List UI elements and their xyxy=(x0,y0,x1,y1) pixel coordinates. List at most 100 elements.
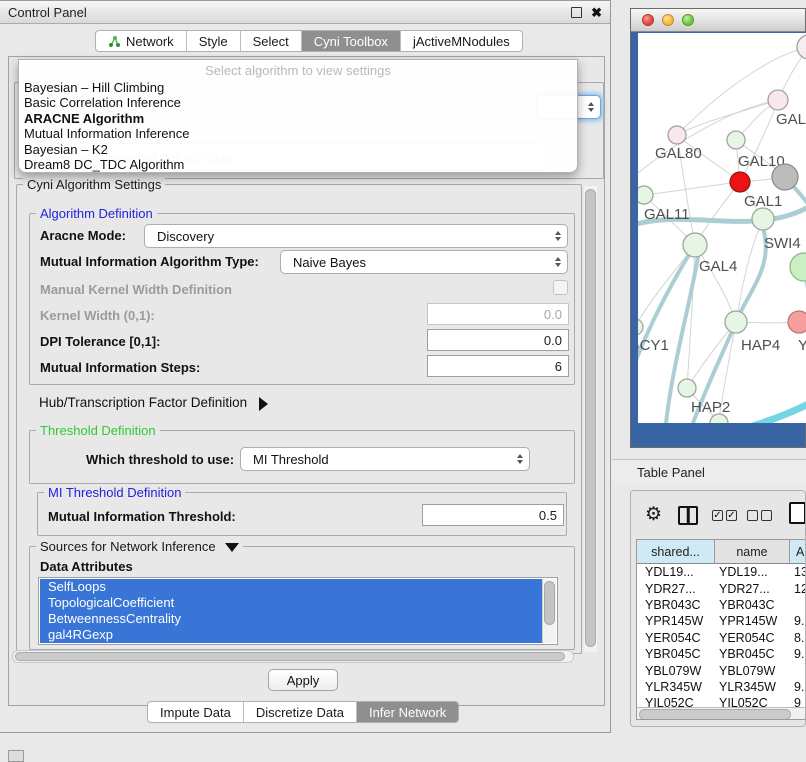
mi-type-combo[interactable]: Naive Bayes xyxy=(280,250,568,274)
table-row[interactable]: YBR045CYBR045C9. xyxy=(637,646,806,662)
top-tab-bar: NetworkStyleSelectCyni ToolboxjActiveMNo… xyxy=(95,30,523,52)
aracne-mode-combo[interactable]: Discovery xyxy=(144,224,568,248)
network-node-label: GAL xyxy=(776,111,806,128)
network-icon xyxy=(108,35,121,48)
network-node[interactable] xyxy=(797,35,806,59)
table-row[interactable]: YER054CYER054C8. xyxy=(637,630,806,646)
zoom-traffic-light-icon[interactable] xyxy=(682,14,694,26)
tab-cyni-toolbox[interactable]: Cyni Toolbox xyxy=(302,31,401,51)
algorithm-option[interactable]: Bayesian – K2 xyxy=(19,142,577,157)
aracne-mode-value: Discovery xyxy=(157,229,555,244)
network-node[interactable] xyxy=(772,164,798,190)
network-edge xyxy=(736,219,763,322)
algorithm-option[interactable]: ARACNE Algorithm xyxy=(19,111,577,126)
which-threshold-combo[interactable]: MI Threshold xyxy=(240,447,530,471)
control-panel-titlebar: Control Panel ✖ xyxy=(0,1,610,24)
network-node-hap4[interactable] xyxy=(725,311,747,333)
apply-button[interactable]: Apply xyxy=(268,669,338,691)
network-edge xyxy=(687,245,695,388)
data-attribute-item[interactable]: BetweennessCentrality xyxy=(40,611,543,627)
close-icon[interactable]: ✖ xyxy=(591,8,602,17)
mi-threshold-field[interactable]: 0.5 xyxy=(422,504,564,526)
network-node-gal11[interactable] xyxy=(638,186,653,204)
algorithm-option[interactable]: Bayesian – Hill Climbing xyxy=(19,80,577,95)
table-column-header[interactable]: name xyxy=(715,540,790,564)
float-window-icon[interactable] xyxy=(571,7,582,18)
mi-threshold-definition-title: MI Threshold Definition xyxy=(44,485,185,500)
algorithm-option[interactable]: Dream8 DC_TDC Algorithm xyxy=(19,157,577,172)
table-row[interactable]: YDR27...YDR27...12 xyxy=(637,580,806,596)
list-vertical-scrollbar[interactable] xyxy=(542,579,556,643)
algorithm-option[interactable]: Mutual Information Inference xyxy=(19,126,577,141)
table-horizontal-scrollbar[interactable] xyxy=(637,707,805,720)
bottom-tab-impute-data[interactable]: Impute Data xyxy=(148,702,244,722)
table-cell: YDL19... xyxy=(637,564,715,580)
network-node-swi4[interactable] xyxy=(752,208,774,230)
table-cell: YBL079W xyxy=(715,662,790,678)
data-attribute-item[interactable]: SelfLoops xyxy=(40,579,543,595)
dpi-tolerance-value: 0.0 xyxy=(544,333,562,348)
network-view-window: GALGAL80GAL10GAL1GAL11SWI4GAL4GCY1HAP4YH… xyxy=(630,8,806,448)
network-node-label: GAL4 xyxy=(699,258,737,275)
apply-button-label: Apply xyxy=(287,673,320,688)
kernel-width-field[interactable]: 0.0 xyxy=(427,303,569,325)
data-attribute-item[interactable]: gal4RGexp xyxy=(40,627,543,643)
table-panel-title: Table Panel xyxy=(637,465,705,480)
table-hscrollbar-thumb[interactable] xyxy=(639,709,791,720)
dpi-tolerance-label: DPI Tolerance [0,1]: xyxy=(40,334,160,349)
bottom-tab-discretize-data[interactable]: Discretize Data xyxy=(244,702,357,722)
settings-horizontal-scrollbar[interactable] xyxy=(12,650,574,663)
settings-vertical-scrollbar[interactable] xyxy=(584,186,597,652)
settings-hscrollbar-thumb[interactable] xyxy=(15,652,565,661)
minimize-traffic-light-icon[interactable] xyxy=(662,14,674,26)
algorithm-option[interactable]: Basic Correlation Inference xyxy=(19,95,577,110)
deselect-all-checkboxes-icon[interactable] xyxy=(747,510,772,521)
hub-definition-expander[interactable]: Hub/Transcription Factor Definition xyxy=(39,395,268,411)
table-column-header[interactable]: A xyxy=(790,540,806,564)
list-scrollbar-thumb[interactable] xyxy=(544,581,555,625)
network-node-gal80[interactable] xyxy=(668,126,686,144)
select-all-checkboxes-icon[interactable]: ✓✓ xyxy=(712,510,737,521)
dpi-tolerance-field[interactable]: 0.0 xyxy=(427,329,569,351)
tab-jactivemnodules[interactable]: jActiveMNodules xyxy=(401,31,522,51)
network-node-gal10[interactable] xyxy=(727,131,745,149)
columns-icon[interactable] xyxy=(678,506,698,525)
table-column-header[interactable]: shared... xyxy=(637,540,715,564)
sources-group: Sources for Network Inference Data Attri… xyxy=(29,546,575,650)
control-panel-window: Control Panel ✖ NetworkStyleSelectCyni T… xyxy=(0,0,611,733)
gear-icon[interactable]: ⚙ xyxy=(645,505,662,524)
tab-network[interactable]: Network xyxy=(96,31,187,51)
network-node-gal[interactable] xyxy=(768,90,788,110)
network-node-label: GCY1 xyxy=(638,337,669,354)
network-node[interactable] xyxy=(790,253,806,281)
network-canvas[interactable]: GALGAL80GAL10GAL1GAL11SWI4GAL4GCY1HAP4YH… xyxy=(638,33,806,423)
panel-dock-icon[interactable] xyxy=(8,750,24,762)
mi-steps-field[interactable]: 6 xyxy=(427,355,569,377)
network-node-gal4[interactable] xyxy=(683,233,707,257)
manual-kernel-checkbox[interactable] xyxy=(553,280,568,295)
table-row[interactable]: YPR145WYPR145W9. xyxy=(637,613,806,629)
network-window-titlebar[interactable] xyxy=(631,9,805,32)
tab-select[interactable]: Select xyxy=(241,31,302,51)
table-row[interactable]: YBR043CYBR043C xyxy=(637,597,806,613)
settings-vscrollbar-thumb[interactable] xyxy=(585,189,596,647)
mi-steps-label: Mutual Information Steps: xyxy=(40,360,200,375)
table-row[interactable]: YBL079WYBL079W xyxy=(637,662,806,678)
table-cell: YPR145W xyxy=(715,613,790,629)
network-node-gal1[interactable] xyxy=(730,172,750,192)
table-row[interactable]: YDL19...YDL19...13 xyxy=(637,564,806,580)
table-cell: YBR043C xyxy=(715,597,790,613)
network-node-hap2[interactable] xyxy=(678,379,696,397)
node-table: shared...nameA YDL19...YDL19...13YDR27..… xyxy=(636,539,806,720)
network-node-y[interactable] xyxy=(788,311,806,333)
document-icon[interactable] xyxy=(789,502,806,524)
data-attribute-item[interactable]: TopologicalCoefficient xyxy=(40,595,543,611)
algorithm-dropdown: Select algorithm to view settings Bayesi… xyxy=(18,59,578,173)
table-row[interactable]: YLR345WYLR345W9. xyxy=(637,679,806,695)
sources-title-row[interactable]: Sources for Network Inference xyxy=(36,539,243,554)
close-traffic-light-icon[interactable] xyxy=(642,14,654,26)
tab-style[interactable]: Style xyxy=(187,31,241,51)
bottom-tab-infer-network[interactable]: Infer Network xyxy=(357,702,458,722)
network-node-gcy1[interactable] xyxy=(638,319,643,335)
expand-right-icon xyxy=(259,397,268,411)
